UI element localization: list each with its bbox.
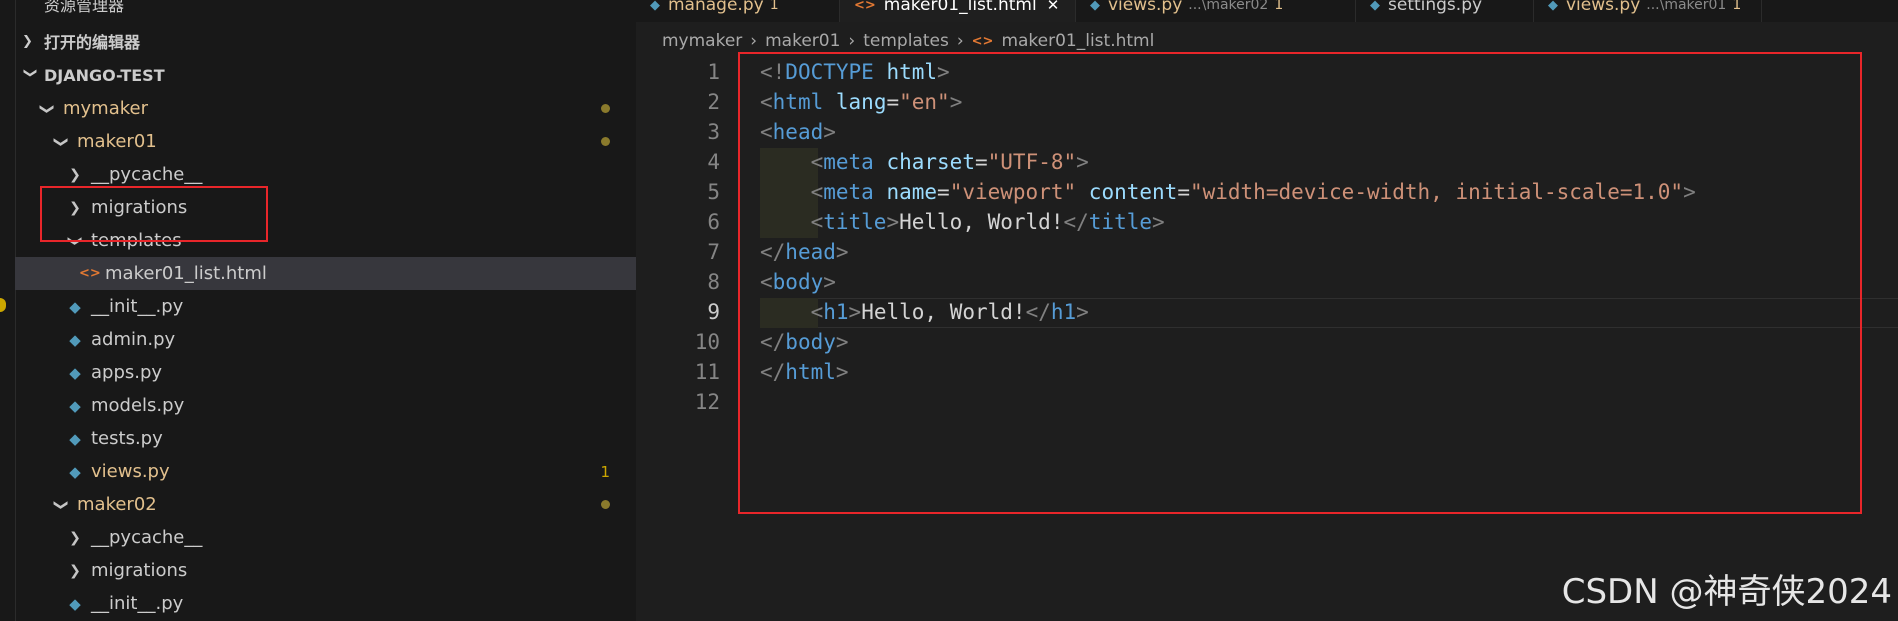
line-number: 2 — [707, 90, 720, 114]
chevron-right-icon: › — [750, 31, 758, 51]
line-number: 7 — [707, 240, 720, 264]
chevron-right-icon: ❯ — [69, 529, 81, 546]
open-editors-section[interactable]: ❯ 打开的编辑器 — [22, 26, 140, 56]
python-file-icon: ◆ — [650, 0, 660, 13]
line-number: 12 — [694, 390, 720, 414]
breadcrumb-item[interactable]: templates — [863, 31, 949, 51]
breadcrumb-item[interactable]: maker01_list.html — [1001, 31, 1154, 51]
highlight-box-templates — [40, 186, 268, 242]
tree-file[interactable]: ◆ __init__.py — [15, 587, 636, 620]
chevron-down-icon: ❯ — [22, 67, 38, 78]
html-file-icon: <> — [854, 0, 876, 13]
project-section[interactable]: ❯ DJANGO-TEST — [22, 60, 165, 90]
tree-folder[interactable]: ❯ migrations — [15, 554, 636, 587]
project-label: DJANGO-TEST — [44, 65, 165, 85]
tree-item-label: tests.py — [91, 428, 163, 449]
breadcrumb: mymaker › maker01 › templates › <> maker01_list… — [662, 28, 1154, 54]
editor-tab[interactable]: <> maker01_list.html ✕ — [840, 0, 1076, 22]
chevron-down-icon: ❯ — [53, 498, 69, 511]
editor-tab[interactable]: ◆ views.py ...\maker02 1 — [1076, 0, 1356, 22]
open-editors-label: 打开的编辑器 — [44, 33, 141, 52]
tab-label: maker01_list.html — [883, 0, 1037, 15]
tab-label: settings.py — [1388, 0, 1483, 15]
tree-item-label: maker01 — [77, 131, 157, 152]
python-file-icon: ◆ — [69, 363, 81, 382]
problem-count-badge: 1 — [600, 462, 610, 481]
html-file-icon: <> — [79, 266, 101, 281]
tree-file[interactable]: ◆ apps.py — [15, 356, 636, 389]
python-file-icon: ◆ — [69, 429, 81, 448]
breadcrumb-item[interactable]: maker01 — [765, 31, 840, 51]
tree-item-label: maker01_list.html — [105, 263, 267, 284]
tree-item-label: migrations — [91, 560, 188, 581]
python-file-icon: ◆ — [69, 462, 81, 481]
python-file-icon: ◆ — [69, 594, 81, 613]
tree-item-label: __pycache__ — [91, 164, 203, 185]
tab-problem-count: 1 — [1732, 0, 1742, 13]
line-number: 1 — [707, 60, 720, 84]
tree-folder[interactable]: ❯ mymaker — [15, 92, 636, 125]
line-number: 11 — [694, 360, 720, 384]
tree-file[interactable]: <> maker01_list.html — [15, 257, 636, 290]
python-file-icon: ◆ — [69, 330, 81, 349]
chevron-right-icon: › — [956, 31, 964, 51]
line-number: 10 — [694, 330, 720, 354]
line-number: 5 — [707, 180, 720, 204]
tree-folder[interactable]: ❯ __pycache__ — [15, 521, 636, 554]
chevron-down-icon: ❯ — [53, 135, 69, 148]
python-file-icon: ◆ — [1090, 0, 1100, 13]
tab-label: views.py — [1566, 0, 1641, 15]
tab-description: ...\maker02 — [1188, 0, 1269, 13]
tree-item-label: admin.py — [91, 329, 176, 350]
python-file-icon: ◆ — [1548, 0, 1558, 13]
tree-item-label: mymaker — [63, 98, 149, 119]
tree-item-label: __init__.py — [91, 593, 184, 614]
chevron-right-icon: ❯ — [69, 166, 81, 183]
chevron-right-icon: ❯ — [22, 33, 33, 49]
tab-label: views.py — [1108, 0, 1183, 15]
tree-folder[interactable]: ❯ maker01 — [15, 125, 636, 158]
close-icon[interactable]: ✕ — [1047, 0, 1060, 14]
tab-label: manage.py — [668, 0, 764, 15]
tree-file[interactable]: ◆ __init__.py — [15, 290, 636, 323]
line-number: 8 — [707, 270, 720, 294]
tree-item-label: apps.py — [91, 362, 163, 383]
modified-dot — [601, 137, 610, 146]
tree-item-label: __init__.py — [91, 296, 184, 317]
editor-tab[interactable]: ◆ views.py ...\maker01 1 — [1534, 0, 1762, 22]
chevron-right-icon: ❯ — [69, 562, 81, 579]
line-number: 4 — [707, 150, 720, 174]
python-file-icon: ◆ — [69, 297, 81, 316]
python-file-icon: ◆ — [1370, 0, 1380, 13]
tree-file[interactable]: ◆ views.py 1 — [15, 455, 636, 488]
modified-dot — [601, 500, 610, 509]
editor-tab[interactable]: ◆ settings.py — [1356, 0, 1534, 22]
tree-item-label: views.py — [91, 461, 170, 482]
highlight-box-code — [738, 52, 1862, 514]
chevron-right-icon: › — [848, 31, 856, 51]
html-file-icon: <> — [971, 33, 994, 49]
tree-file[interactable]: ◆ tests.py — [15, 422, 636, 455]
explorer-title: 资源管理器 — [44, 0, 125, 15]
line-number: 9 — [707, 300, 720, 324]
line-number: 6 — [707, 210, 720, 234]
tab-problem-count: 1 — [769, 0, 779, 13]
editor-tabs: ◆ manage.py 1 <> maker01_list.html ✕ ◆ views.py… — [636, 0, 1898, 22]
modified-dot — [601, 104, 610, 113]
tree-file[interactable]: ◆ models.py — [15, 389, 636, 422]
tree-item-label: models.py — [91, 395, 185, 416]
tab-description: ...\maker01 — [1646, 0, 1727, 13]
explorer-sidebar: 资源管理器 ❯ 打开的编辑器 ❯ DJANGO-TEST ❯ mymaker ❯ ma… — [0, 0, 636, 621]
python-file-icon: ◆ — [69, 396, 81, 415]
tree-item-label: __pycache__ — [91, 527, 203, 548]
chevron-down-icon: ❯ — [39, 102, 55, 115]
tree-item-label: maker02 — [77, 494, 157, 515]
watermark: CSDN @神奇侠2024 — [1561, 572, 1892, 612]
tab-problem-count: 1 — [1274, 0, 1284, 13]
line-number: 3 — [707, 120, 720, 144]
tree-folder[interactable]: ❯ maker02 — [15, 488, 636, 521]
breadcrumb-item[interactable]: mymaker — [662, 31, 742, 51]
editor-tab[interactable]: ◆ manage.py 1 — [636, 0, 840, 22]
tree-file[interactable]: ◆ admin.py — [15, 323, 636, 356]
